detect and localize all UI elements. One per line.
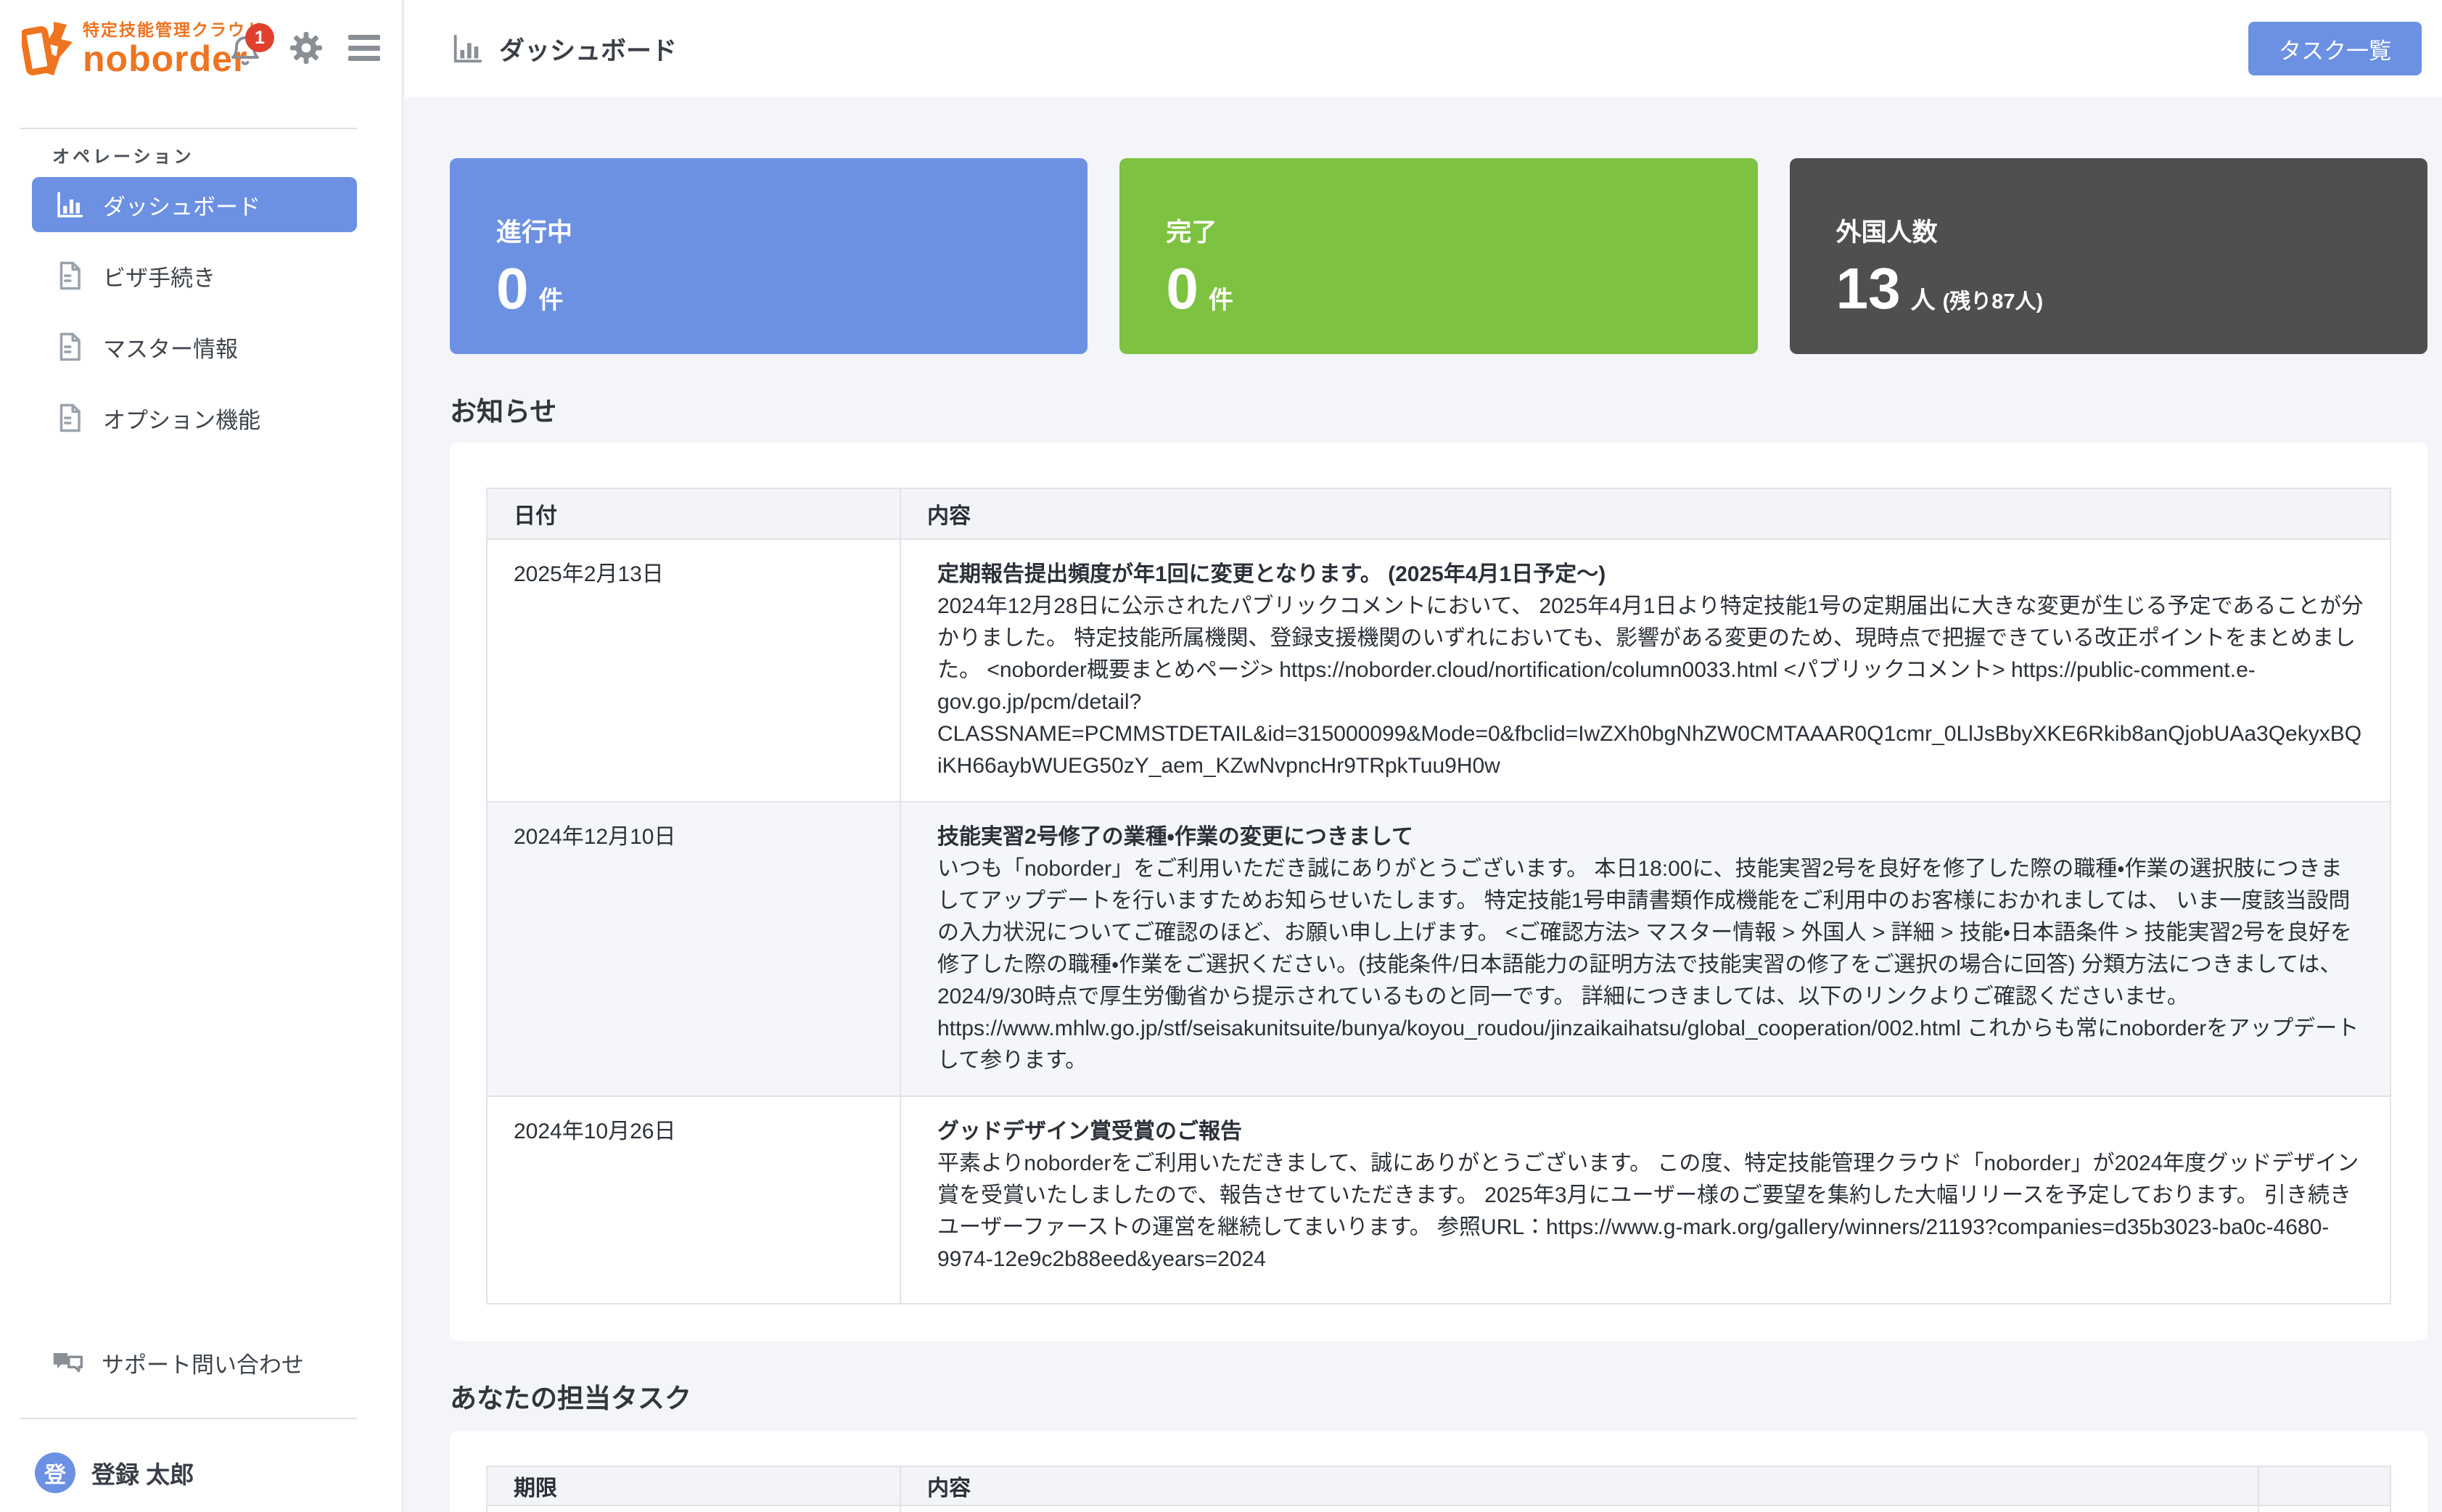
sidebar-divider [20,1418,357,1419]
table-row [487,1505,2390,1512]
column-header-deadline: 期限 [487,1466,900,1505]
bar-chart-icon [54,189,84,220]
sidebar-section-label: オペレーション [52,142,194,168]
stat-card-completed: 完了 0 件 [1119,158,1757,354]
stat-label: 外国人数 [1836,212,2381,249]
task-list-button[interactable]: タスク一覧 [2248,22,2422,75]
avatar: 登 [35,1453,75,1493]
noborder-logo-icon [22,20,75,77]
sidebar-item-label: ビザ手続き [103,260,215,292]
support-contact-label: サポート問い合わせ [102,1347,304,1379]
stat-card-in-progress: 進行中 0 件 [450,158,1088,354]
announcement-date: 2025年2月13日 [487,539,900,802]
tasks-panel: 期限 内容 [450,1431,2427,1512]
sidebar-item-visa[interactable]: ビザ手続き [32,248,357,303]
chat-bubbles-icon [51,1348,84,1379]
announcement-body: 2024年12月28日に公示されたパブリックコメントにおいて、 2025年4月1… [937,591,2364,782]
document-icon [54,260,84,291]
sidebar-item-label: マスター情報 [103,331,238,363]
tasks-heading: あなたの担当タスク [450,1383,2427,1415]
settings-button[interactable] [289,30,324,65]
notifications-button[interactable]: 1 [228,28,266,68]
tasks-table: 期限 内容 [486,1466,2391,1512]
main-area: ダッシュボード タスク一覧 進行中 0 件 完了 0 件 外国人数 [405,0,2442,1512]
column-header-date: 日付 [487,488,900,539]
announcement-date: 2024年12月10日 [487,802,900,1096]
stat-unit: 件 [1209,280,1233,316]
sidebar-item-master[interactable]: マスター情報 [32,319,357,374]
stat-value: 0 [1166,260,1199,318]
announcement-title: 定期報告提出頻度が年1回に変更となります。 (2025年4月1日予定〜) [937,559,2364,591]
announcement-title: 技能実習2号修了の業種・作業の変更につきまして [937,821,2364,853]
document-icon [54,403,84,433]
sidebar-item-label: ダッシュボード [103,189,260,221]
sidebar-item-label: オプション機能 [103,402,260,435]
sidebar-divider [20,128,357,129]
stat-unit: 人 [1911,280,1936,316]
announcements-table: 日付 内容 2025年2月13日 定期報告提出頻度が年1回に変更となります。 (… [486,488,2391,1304]
column-header-actions [2258,1466,2390,1505]
table-row: 2024年12月10日 技能実習2号修了の業種・作業の変更につきまして いつも「… [487,802,2390,1096]
announcement-date: 2024年10月26日 [487,1096,900,1304]
page-title: ダッシュボード [499,30,677,67]
user-name: 登録 太郎 [91,1455,194,1490]
user-menu[interactable]: 登 登録 太郎 [35,1453,194,1493]
stat-value: 0 [496,260,529,318]
sidebar-item-dashboard[interactable]: ダッシュボード [32,177,357,232]
sidebar: 特定技能管理クラウド noborder 1 [0,0,403,1512]
stat-label: 完了 [1166,212,1711,249]
sidebar-nav: ダッシュボード ビザ手続き マスター情報 オプション機能 [32,177,357,461]
notification-badge: 1 [245,23,274,52]
gear-icon [289,30,324,65]
sidebar-item-options[interactable]: オプション機能 [32,390,357,445]
announcement-title: グッドデザイン賞受賞のご報告 [937,1116,2364,1148]
stat-card-foreigners: 外国人数 13 人 (残り87人) [1790,158,2427,354]
stat-label: 進行中 [496,212,1041,249]
content: 進行中 0 件 完了 0 件 外国人数 13 人 (残り87人) [405,97,2442,1512]
topbar: ダッシュボード タスク一覧 [405,0,2442,97]
stat-note: (残り87人) [1943,284,2044,315]
announcement-body: 平素よりnoborderをご利用いただきまして、誠にありがとうございます。 この… [937,1148,2364,1275]
stat-value: 13 [1836,260,1901,318]
announcements-panel: 日付 内容 2025年2月13日 定期報告提出頻度が年1回に変更となります。 (… [450,443,2427,1341]
table-row: 2024年10月26日 グッドデザイン賞受賞のご報告 平素よりnoborderを… [487,1096,2390,1304]
bar-chart-icon [450,32,483,65]
announcement-body: いつも「noborder」をご利用いただき誠にありがとうございます。 本日18:… [937,853,2364,1077]
table-row: 2025年2月13日 定期報告提出頻度が年1回に変更となります。 (2025年4… [487,539,2390,802]
stat-cards: 進行中 0 件 完了 0 件 外国人数 13 人 (残り87人) [450,158,2427,354]
support-contact-link[interactable]: サポート問い合わせ [51,1347,304,1379]
hamburger-menu-icon[interactable] [348,35,380,61]
column-header-content: 内容 [900,488,2390,539]
column-header-content: 内容 [900,1466,2258,1505]
announcements-heading: お知らせ [450,396,2427,428]
stat-unit: 件 [539,280,564,316]
document-icon [54,332,84,362]
